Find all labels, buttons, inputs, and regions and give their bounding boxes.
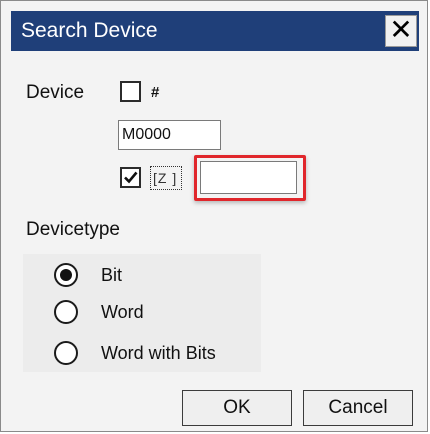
title-bar: Search Device ✕ (11, 11, 419, 51)
z-index-label: [Z ] (150, 166, 182, 190)
ok-button[interactable]: OK (182, 390, 292, 426)
radio-bit-label: Bit (101, 265, 123, 285)
radio-word-label: Word (101, 302, 144, 322)
z-index-checkbox[interactable] (120, 167, 141, 188)
device-address-input[interactable]: M0000 (118, 120, 221, 150)
close-icon: ✕ (389, 14, 413, 45)
radio-word-with-bits[interactable] (54, 341, 78, 365)
radio-bit[interactable] (54, 263, 78, 287)
z-index-input[interactable] (200, 161, 297, 194)
device-label: Device (26, 82, 85, 103)
close-button[interactable]: ✕ (385, 15, 417, 47)
cancel-button[interactable]: Cancel (303, 390, 413, 426)
radio-selected-dot (60, 269, 72, 281)
radio-word[interactable] (54, 300, 78, 324)
radio-word-with-bits-label: Word with Bits (101, 343, 216, 363)
devicetype-label: Devicetype (26, 219, 120, 240)
checkmark-icon (124, 171, 138, 184)
window-title: Search Device (21, 19, 158, 42)
hash-checkbox[interactable] (120, 81, 141, 102)
hash-label: # (151, 84, 160, 101)
search-device-dialog: Search Device ✕ Device # M0000 [Z ] Devi… (0, 0, 428, 432)
